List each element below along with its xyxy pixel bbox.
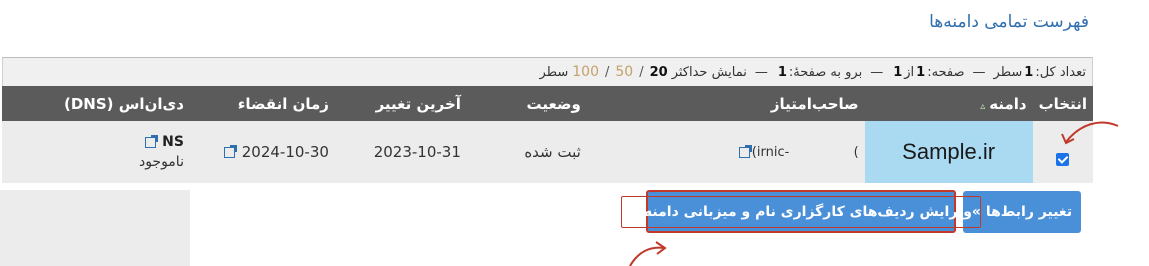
separator: — <box>754 64 768 80</box>
dns-ns-label[interactable]: NS <box>162 134 184 150</box>
col-header-dns: دی‌ان‌اس (DNS) <box>63 94 184 113</box>
col-header-last-change: آخرین تغییر <box>375 94 461 113</box>
page-label: صفحه: <box>927 64 965 80</box>
holder-close-paren: ) <box>853 144 859 160</box>
total-label: تعداد کل: <box>1035 64 1086 80</box>
dns-cell: NS ناموجود <box>2 121 190 183</box>
total-value: 1 <box>1024 64 1034 80</box>
annotation-arrow-icon <box>655 241 667 255</box>
col-header-expiry: زمان انقضاء <box>237 94 329 113</box>
domain-name[interactable]: Sample.ir <box>902 139 995 164</box>
table-header-row: انتخاب دامنه ▵ صاحب‌امتیاز وضعیت آخرین تغ… <box>2 86 1093 121</box>
expiry-date[interactable]: 2024-10-30 <box>242 143 329 161</box>
external-link-icon[interactable] <box>144 134 158 148</box>
page-current: 1 <box>916 64 926 80</box>
select-cell <box>1033 121 1093 183</box>
page-title: فهرست تمامی دامنه‌ها <box>929 12 1089 32</box>
edit-nameserver-records-label[interactable]: ویرایش ردیف‌های کارگزاری نام و میزبانی د… <box>620 195 981 228</box>
side-panel <box>0 190 190 266</box>
holder-cell: ) -irnic) <box>587 121 865 183</box>
of-word: از <box>904 64 915 80</box>
col-header-holder: صاحب‌امتیاز <box>770 94 859 113</box>
domain-cell: Sample.ir <box>864 121 1033 183</box>
external-link-icon[interactable] <box>223 145 237 158</box>
dns-value: ناموجود <box>138 154 184 170</box>
limit-20-option[interactable]: 20 <box>650 65 668 80</box>
external-link-icon[interactable] <box>738 144 752 158</box>
col-header-domain-label[interactable]: دامنه <box>989 95 1026 113</box>
col-header-status: وضعیت <box>526 94 581 113</box>
limit-50-option[interactable]: 50 <box>615 64 633 80</box>
limit-100-option[interactable]: 100 <box>572 64 599 80</box>
last-change-cell: 2023-10-31 <box>373 143 461 161</box>
goto-page-label[interactable]: برو به صفحهٔ: <box>789 65 862 80</box>
separator: — <box>972 64 986 80</box>
status-cell: ثبت شده <box>524 143 581 161</box>
sort-up-icon[interactable]: ▵ <box>980 101 985 112</box>
rows-suffix: سطر <box>539 64 569 80</box>
col-header-select: انتخاب <box>1038 94 1087 113</box>
row-select-checkbox[interactable] <box>1056 152 1070 166</box>
domain-table: انتخاب دامنه ▵ صاحب‌امتیاز وضعیت آخرین تغ… <box>2 86 1093 183</box>
expiry-cell: 2024-10-30 <box>190 121 335 183</box>
domain-list-page: فهرست تمامی دامنه‌ها تعداد کل: 1 سطر — ص… <box>0 0 1149 266</box>
edit-nameserver-records-button[interactable]: ویرایش ردیف‌های کارگزاری نام و میزبانی د… <box>620 190 981 233</box>
table-row: Sample.ir ) -irnic) ثبت شده 2023-10-31 2… <box>2 121 1093 183</box>
show-max-label: نمایش حداکثر <box>671 64 747 80</box>
slash: / <box>639 64 644 80</box>
annotation-arrow-icon <box>629 246 665 266</box>
pagination-info-bar: تعداد کل: 1 سطر — صفحه: 1 از 1 — برو به … <box>2 57 1093 86</box>
page-total: 1 <box>893 64 903 80</box>
separator: — <box>870 64 884 80</box>
total-row-word: سطر <box>993 64 1023 80</box>
col-header-domain[interactable]: دامنه ▵ <box>865 86 1033 121</box>
slash: / <box>604 64 610 80</box>
holder-handle[interactable]: -irnic) <box>752 145 790 160</box>
goto-page-value[interactable]: 1 <box>778 65 787 80</box>
